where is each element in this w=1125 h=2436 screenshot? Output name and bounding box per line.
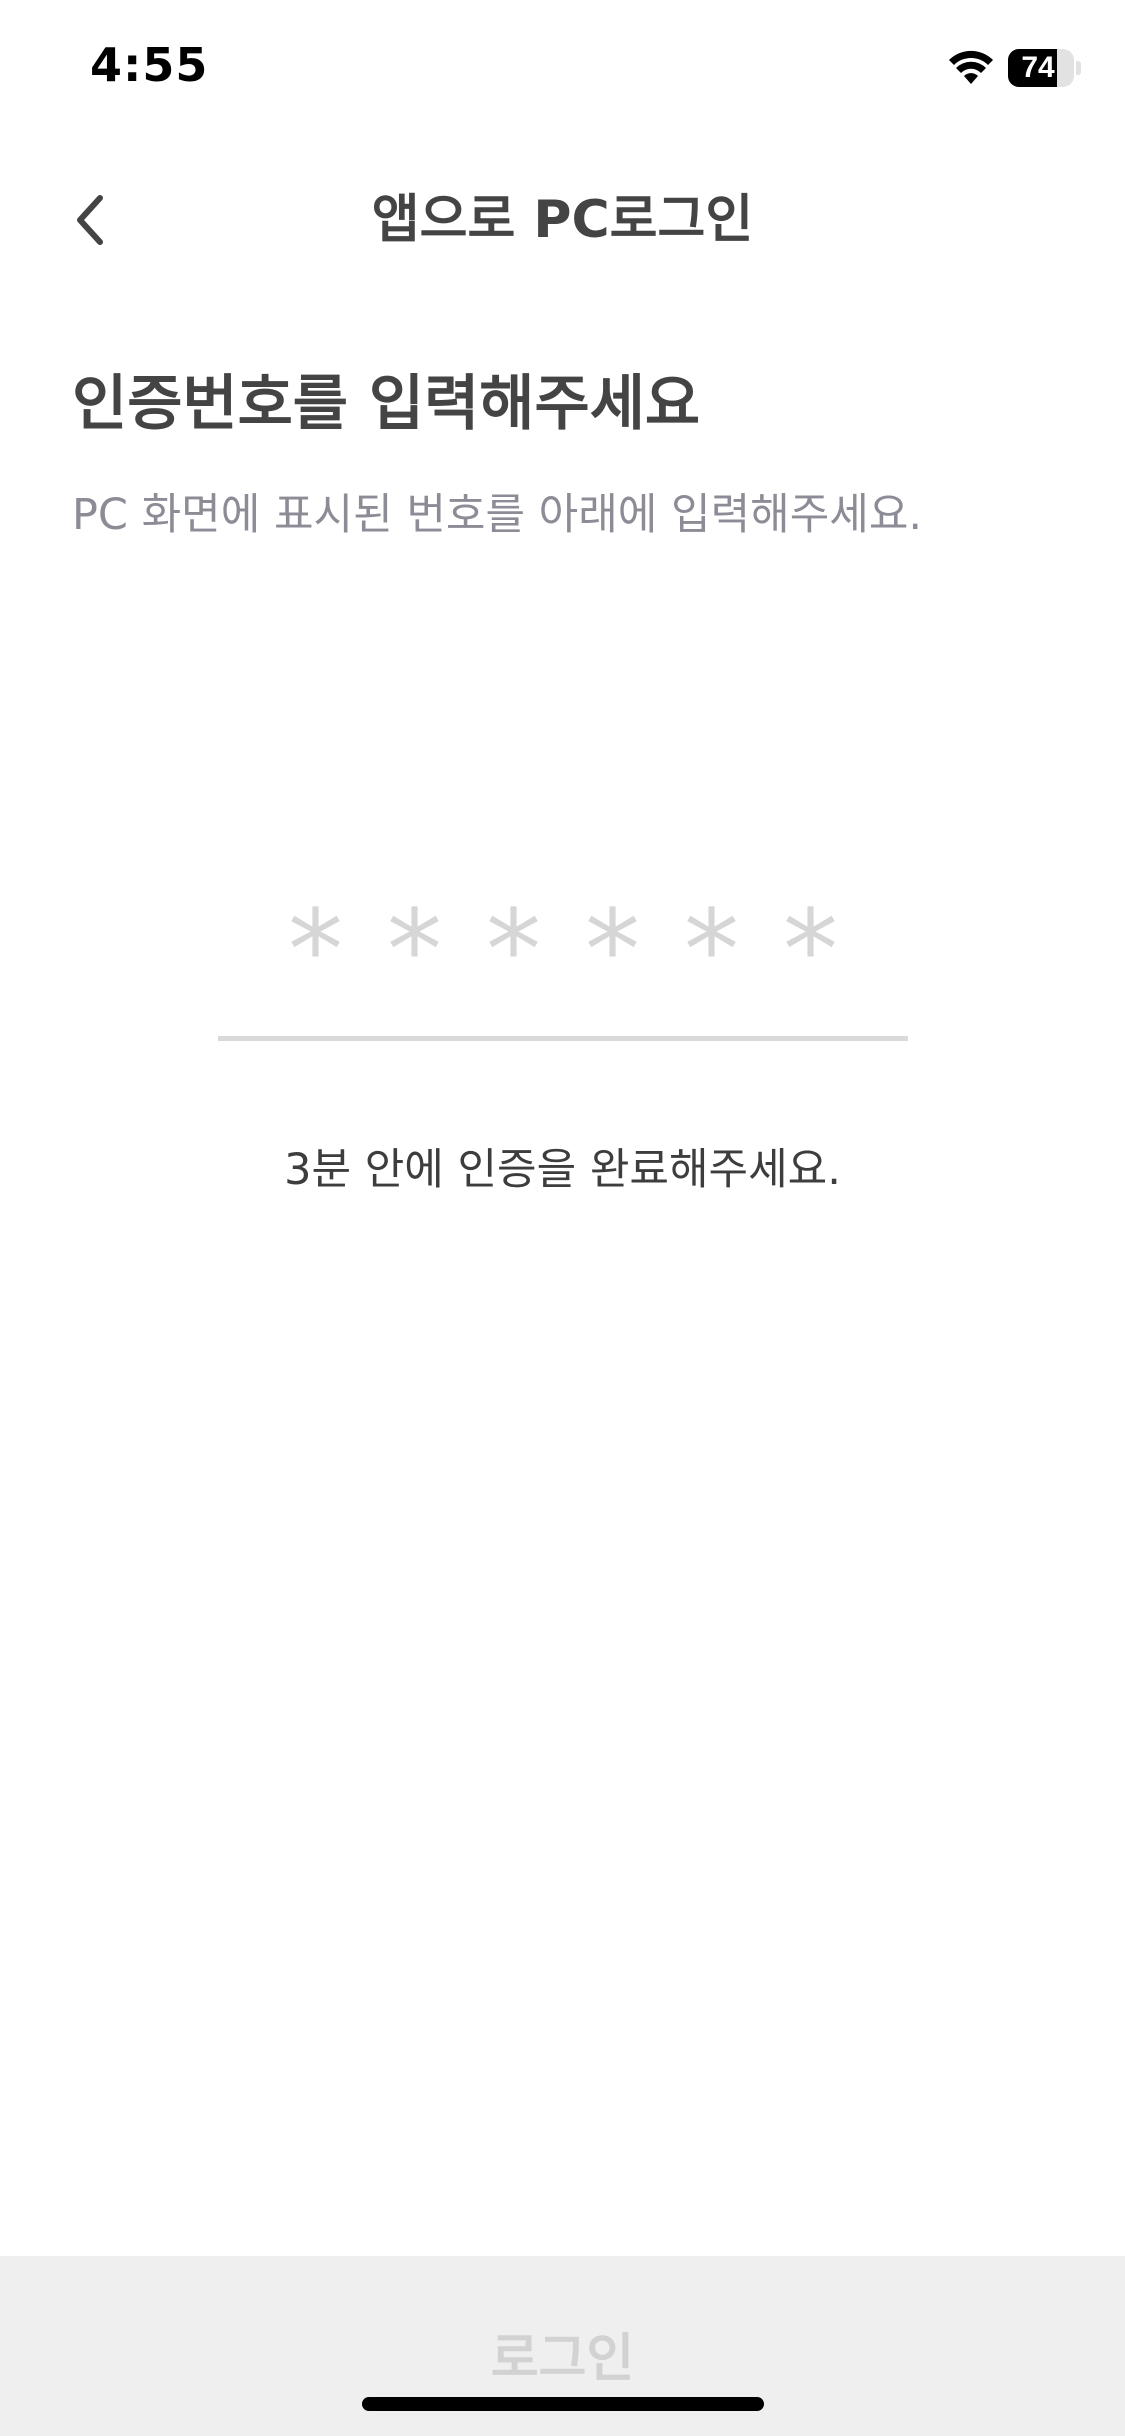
- code-underline: [218, 1036, 908, 1041]
- chevron-left-icon: [77, 195, 103, 245]
- code-digit-placeholder: *: [684, 886, 739, 1014]
- code-digit-placeholder: *: [288, 886, 343, 1014]
- battery-icon: 74: [1008, 49, 1082, 87]
- code-input[interactable]: * * * * * *: [218, 880, 908, 1042]
- main-heading: 인증번호를 입력해주세요: [72, 369, 701, 439]
- code-digit-placeholder: *: [387, 886, 442, 1014]
- status-time: 4:55: [90, 38, 209, 92]
- battery-level: 74: [1021, 51, 1055, 84]
- back-button[interactable]: [52, 182, 128, 258]
- home-indicator: [362, 2397, 764, 2411]
- login-button-label: 로그인: [490, 2330, 635, 2388]
- wifi-icon: [949, 50, 993, 84]
- sub-heading: PC 화면에 표시된 번호를 아래에 입력해주세요.: [72, 490, 923, 540]
- nav-bar: 앱으로 PC로그인: [0, 160, 1125, 280]
- code-digit-placeholder: *: [783, 886, 838, 1014]
- code-digit-placeholder: *: [585, 886, 640, 1014]
- code-digit-placeholder: *: [486, 886, 541, 1014]
- status-bar: 4:55 74: [0, 0, 1125, 140]
- page-title: 앱으로 PC로그인: [371, 190, 754, 250]
- code-dots: * * * * * *: [218, 880, 908, 1014]
- timer-notice: 3분 안에 인증을 완료해주세요.: [284, 1145, 841, 1195]
